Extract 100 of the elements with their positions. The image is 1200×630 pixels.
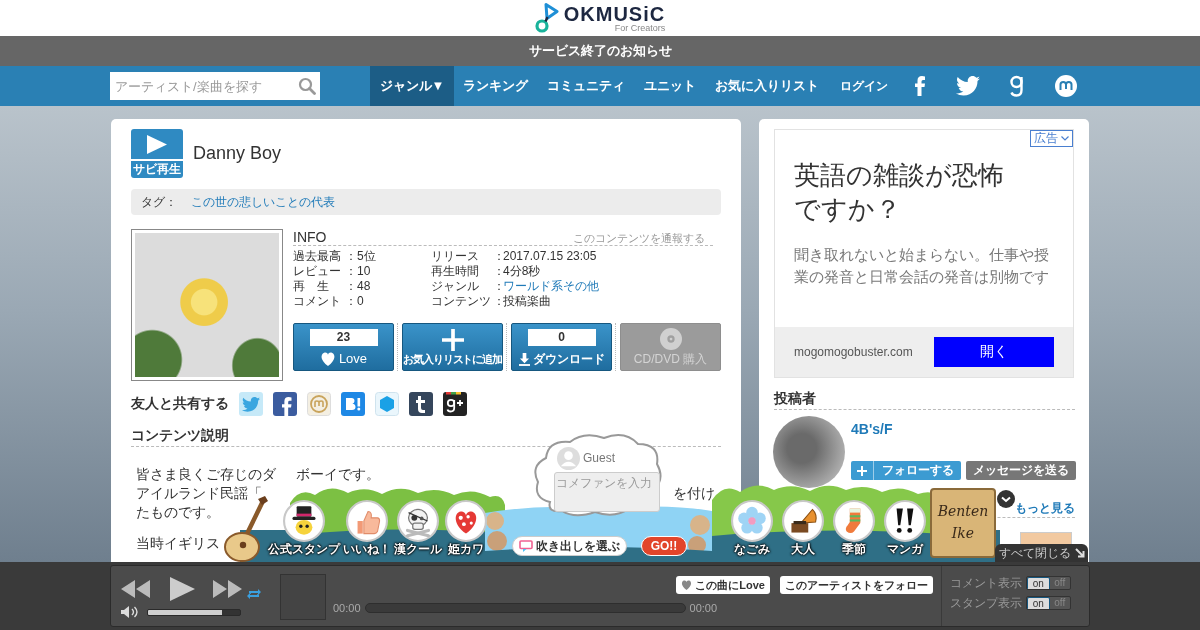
plus-icon xyxy=(857,465,867,476)
user-avatar-icon xyxy=(557,447,580,470)
close-all-button[interactable]: すべて閉じる xyxy=(995,544,1088,562)
info-separator: ： xyxy=(345,294,357,309)
play-icon[interactable] xyxy=(170,577,195,601)
section-heading: コンテンツ説明 xyxy=(131,427,229,443)
speech-bubble-icon xyxy=(519,540,533,552)
guest-name: Guest xyxy=(583,451,615,465)
nav-tab[interactable]: お気に入りリスト xyxy=(705,66,829,106)
stamp-button[interactable]: 姫カワ xyxy=(445,500,487,556)
total-time: 00:00 xyxy=(689,602,718,614)
heart-icon xyxy=(319,352,336,366)
elapsed-time: 00:00 xyxy=(333,602,361,614)
t-logo-icon[interactable] xyxy=(409,392,433,416)
logo-icon xyxy=(534,3,559,33)
info-separator: ： xyxy=(345,249,357,264)
ad-badge[interactable]: 広告 xyxy=(1030,130,1073,147)
bird-icon[interactable] xyxy=(956,76,980,96)
info-value: 4分8秒 xyxy=(503,264,541,279)
bird-icon[interactable] xyxy=(239,392,263,416)
plus-icon xyxy=(441,329,464,351)
description-text: 皆さま良くご存じのダ xyxy=(136,465,276,484)
fast-forward-icon[interactable] xyxy=(213,580,242,598)
info-label: コンテンツ xyxy=(431,294,491,309)
info-value: 投稿楽曲 xyxy=(503,294,551,309)
info-heading: INFO xyxy=(293,229,327,245)
f-logo-icon[interactable] xyxy=(915,76,925,96)
nav-tab[interactable]: コミュニティ xyxy=(537,66,635,106)
stamp-button[interactable]: なごみ xyxy=(731,500,773,556)
logo-tagline: For Creators xyxy=(614,23,666,33)
choose-bubble-button[interactable]: 吹き出しを選ぶ xyxy=(512,536,627,556)
info-value: 2017.07.15 23:05 xyxy=(503,249,597,264)
love-song-button[interactable]: この曲にLove xyxy=(676,576,770,594)
toggle-label: コメント表示 xyxy=(950,574,1023,592)
info-value: 10 xyxy=(357,264,371,279)
search-field[interactable]: アーティスト/楽曲を探す xyxy=(110,72,320,100)
info-label: コメント xyxy=(293,294,341,309)
follow-artist-button[interactable]: このアーティストをフォロー xyxy=(780,576,933,594)
description-text: たものです。 xyxy=(136,503,220,522)
share-label: 友人と共有する xyxy=(131,395,229,413)
comment-input[interactable]: コメファンを入力 xyxy=(554,472,660,512)
stamp-button[interactable]: 漢クール xyxy=(394,500,442,556)
info-value: 48 xyxy=(357,279,371,294)
play-icon xyxy=(147,135,167,154)
progress-track[interactable] xyxy=(364,603,686,613)
message-button[interactable]: メッセージを送る xyxy=(966,461,1076,480)
description-text: アイルランド民謡「 xyxy=(136,484,262,503)
login-link[interactable]: ログイン xyxy=(840,77,888,95)
stamp-button[interactable]: 公式スタンプ xyxy=(268,500,340,556)
ad-headline: 英語の雑談が恐怖ですか？ xyxy=(794,159,1005,226)
collapse-icon[interactable] xyxy=(997,490,1015,508)
nav-tab[interactable]: ランキング xyxy=(453,66,538,106)
volume-icon[interactable] xyxy=(121,606,139,618)
stamp-button[interactable]: マンガ xyxy=(884,500,926,556)
tag-label: タグ： xyxy=(141,193,178,211)
stamp-button[interactable]: 大人 xyxy=(782,500,824,556)
info-label: 再 生 xyxy=(293,279,329,294)
nav-tab[interactable]: ジャンル▼ xyxy=(370,66,454,106)
f-logo-icon[interactable] xyxy=(273,392,297,416)
chevron-down-icon xyxy=(1061,136,1069,141)
follow-button[interactable]: フォローする xyxy=(851,461,961,480)
logo-wordmark: OKMUSiC xyxy=(563,3,666,24)
ad-domain: mogomogobuster.com xyxy=(794,345,913,359)
add-favorite-button[interactable]: お気入りリストに追加 xyxy=(402,323,503,371)
nav-tab[interactable]: ユニット xyxy=(634,66,706,106)
stamp-button[interactable]: 季節 xyxy=(833,500,875,556)
volume-slider[interactable] xyxy=(147,608,241,616)
g-plus-logo-icon[interactable] xyxy=(443,392,467,416)
more-link[interactable]: もっと見る xyxy=(1015,501,1075,516)
go-button[interactable]: GO!! xyxy=(641,536,687,556)
description-text: ボーイです。 xyxy=(296,465,380,484)
disc-icon xyxy=(659,328,682,350)
toggle-label: スタンプ表示 xyxy=(950,594,1023,612)
info-separator: ： xyxy=(345,279,357,294)
diagonal-arrow-icon xyxy=(1074,548,1085,558)
stamp-button[interactable]: いいね！ xyxy=(343,500,391,556)
download-button[interactable]: 0 ダウンロード xyxy=(511,323,612,371)
search-icon[interactable] xyxy=(298,77,316,95)
notice-link[interactable]: サービス終了のお知らせ xyxy=(528,42,672,60)
description-text: を付け xyxy=(673,484,715,503)
wooden-sign: Benten Ike xyxy=(930,488,996,558)
info-label: リリース xyxy=(431,249,479,264)
thumbnail-placeholder xyxy=(280,574,326,620)
info-separator: ： xyxy=(345,264,357,279)
artist-name-link[interactable]: 4B's/F xyxy=(851,421,893,437)
repeat-icon[interactable] xyxy=(247,588,261,600)
info-value: 5位 xyxy=(357,249,376,264)
info-link[interactable]: ワールド系その他 xyxy=(503,279,599,294)
preview-play-button[interactable]: サビ再生 xyxy=(131,129,183,178)
love-button[interactable]: 23 Love xyxy=(293,323,394,371)
report-link[interactable]: このコンテンツを通報する xyxy=(573,231,705,245)
rewind-icon[interactable] xyxy=(121,580,150,598)
b-logo-icon[interactable] xyxy=(341,392,365,416)
tag-link[interactable]: この世の悲しいことの代表 xyxy=(191,193,335,211)
open-button[interactable]: 開く xyxy=(934,337,1054,367)
m-logo-icon[interactable] xyxy=(1055,75,1077,97)
heart-icon xyxy=(681,580,693,590)
g-logo-icon[interactable] xyxy=(1009,75,1024,97)
song-title: Danny Boy xyxy=(193,143,282,164)
download-icon xyxy=(518,352,530,366)
